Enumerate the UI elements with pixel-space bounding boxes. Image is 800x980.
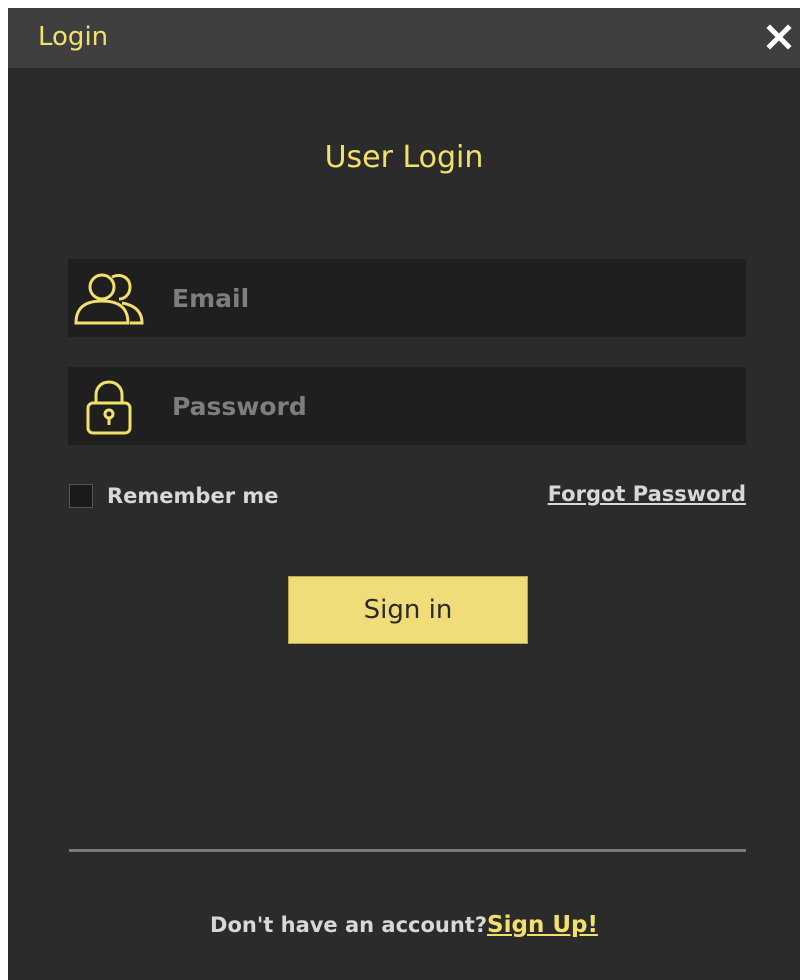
title-bar: Login (8, 8, 800, 68)
forgot-password-link[interactable]: Forgot Password (548, 482, 746, 506)
form-heading: User Login (324, 140, 484, 175)
window-left-border (0, 0, 8, 980)
remember-me[interactable]: Remember me (69, 482, 279, 510)
remember-me-label: Remember me (107, 484, 279, 508)
signup-prompt-text: Don't have an account? (210, 913, 488, 937)
users-icon (74, 273, 144, 325)
password-input[interactable] (172, 367, 732, 445)
email-input[interactable] (172, 259, 732, 337)
sign-up-link[interactable]: Sign Up! (487, 912, 598, 938)
email-field[interactable] (68, 259, 746, 337)
window-title: Login (38, 22, 109, 52)
sign-in-button[interactable]: Sign in (288, 576, 528, 644)
divider (69, 849, 746, 852)
password-field[interactable] (68, 367, 746, 445)
login-window: Login User Login Email Remember me Forgo… (0, 0, 800, 980)
close-icon (766, 24, 792, 50)
lock-icon (86, 380, 132, 435)
remember-me-checkbox[interactable] (69, 484, 93, 508)
window-top-border (0, 0, 800, 8)
signup-prompt: Don't have an account?Sign Up! (8, 912, 800, 938)
close-button[interactable] (762, 20, 796, 54)
